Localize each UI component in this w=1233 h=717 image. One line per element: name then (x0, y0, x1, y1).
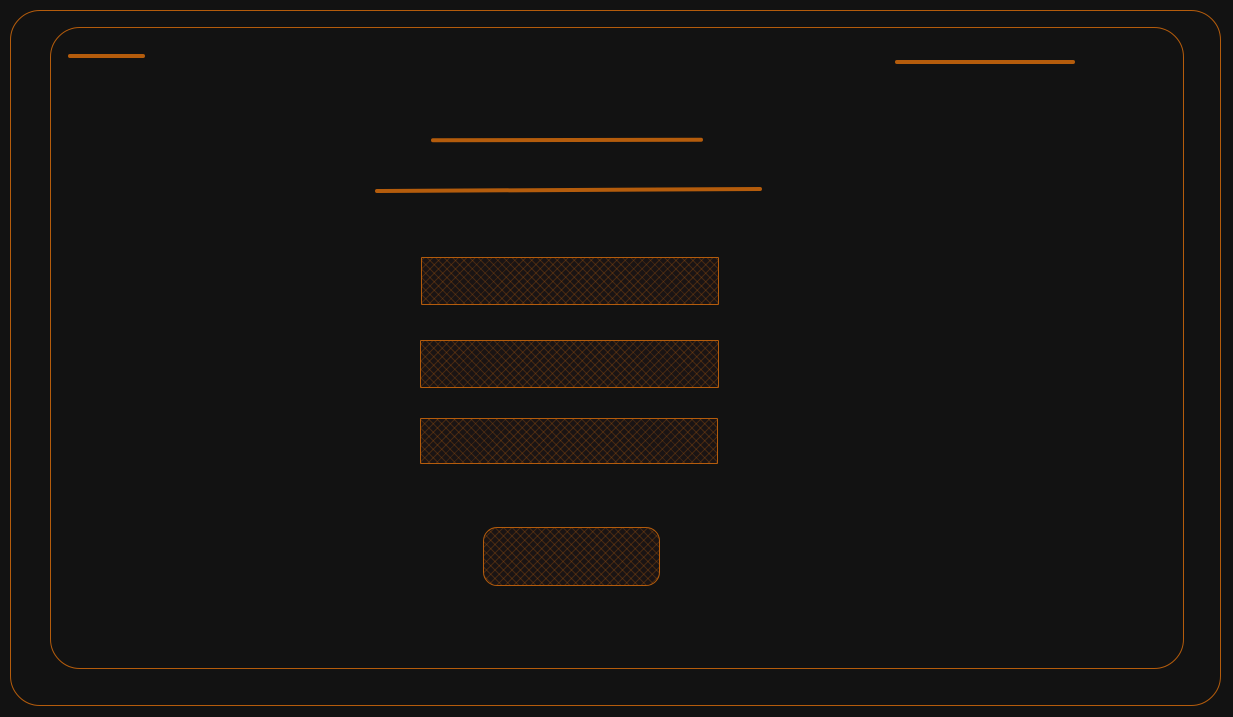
page-title-placeholder (430, 137, 704, 143)
submit-button[interactable] (483, 527, 660, 586)
form-field-2[interactable] (420, 340, 719, 388)
form-field-3[interactable] (420, 418, 718, 464)
logo-placeholder[interactable] (68, 54, 145, 58)
nav-link-placeholder[interactable] (895, 60, 1075, 64)
form-field-1[interactable] (421, 257, 719, 305)
